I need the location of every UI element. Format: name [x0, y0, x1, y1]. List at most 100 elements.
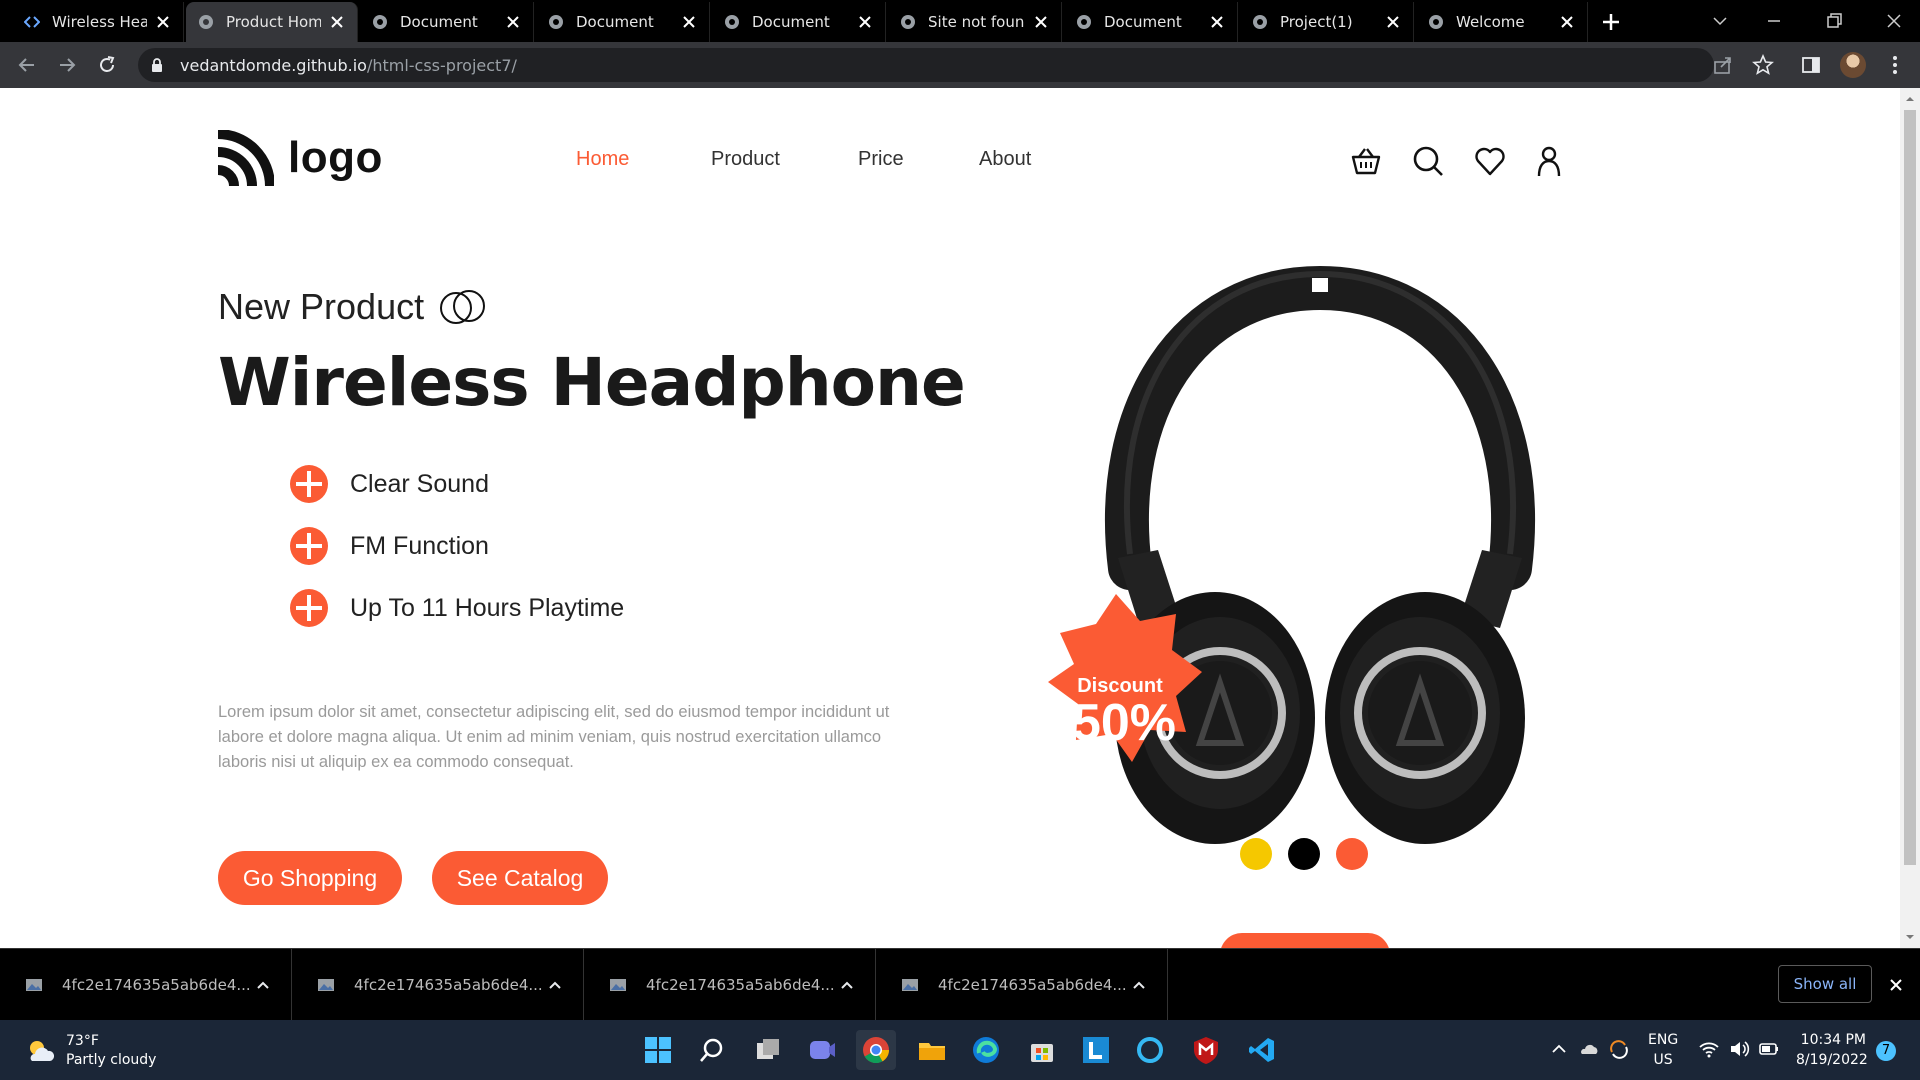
taskbar-file-explorer[interactable] [912, 1030, 952, 1070]
star-icon[interactable] [1752, 54, 1774, 76]
close-icon[interactable] [1888, 977, 1904, 993]
globe-icon [1253, 15, 1267, 29]
minimize-icon[interactable] [1760, 8, 1788, 34]
close-icon[interactable] [1209, 14, 1225, 30]
chevron-up-icon[interactable] [547, 977, 563, 993]
search-icon[interactable] [1411, 144, 1445, 178]
taskbar-store[interactable] [1022, 1030, 1062, 1070]
download-item[interactable]: 4fc2e174635a5ab6de4... [584, 949, 876, 1021]
volume-icon[interactable] [1728, 1038, 1750, 1060]
side-panel-icon[interactable] [1800, 54, 1822, 76]
download-item[interactable]: 4fc2e174635a5ab6de4... [0, 949, 292, 1021]
sync-icon[interactable] [1608, 1038, 1630, 1060]
more-menu-icon[interactable] [1884, 54, 1906, 76]
taskbar-search[interactable] [692, 1030, 732, 1070]
weather-temp: 73°F [66, 1033, 99, 1049]
feature-item: Clear Sound [290, 465, 489, 503]
nav-price[interactable]: Price [858, 148, 904, 171]
taskbar-chrome[interactable] [856, 1030, 896, 1070]
tab-document[interactable]: Document [536, 2, 710, 42]
user-icon[interactable] [1532, 144, 1566, 178]
tab-title: Project(1) [1280, 13, 1353, 31]
share-icon[interactable] [1712, 54, 1734, 76]
taskbar-l-app[interactable] [1076, 1030, 1116, 1070]
cortana-icon [1137, 1037, 1163, 1063]
onedrive-icon[interactable] [1578, 1038, 1600, 1060]
badge-value: 50% [1072, 694, 1176, 752]
taskbar-edge[interactable] [966, 1030, 1006, 1070]
download-item[interactable]: 4fc2e174635a5ab6de4... [876, 949, 1168, 1021]
basket-icon[interactable] [1349, 144, 1383, 178]
notification-badge[interactable]: 7 [1876, 1041, 1896, 1061]
chevron-up-icon[interactable] [839, 977, 855, 993]
lang-top: ENG [1648, 1032, 1679, 1048]
taskbar-mcafee[interactable] [1186, 1030, 1226, 1070]
tab-document[interactable]: Document [712, 2, 886, 42]
close-window-icon[interactable] [1880, 8, 1908, 34]
task-view[interactable] [748, 1030, 788, 1070]
chevron-up-icon[interactable] [255, 977, 271, 993]
feature-item: FM Function [290, 527, 489, 565]
close-icon[interactable] [1033, 14, 1049, 30]
go-shopping-button[interactable]: Go Shopping [218, 851, 402, 905]
scrollbar-thumb[interactable] [1904, 110, 1916, 865]
tab-product-home[interactable]: Product Home [186, 2, 358, 42]
back-icon[interactable] [16, 54, 38, 76]
heart-icon[interactable] [1473, 144, 1507, 178]
teams-chat-icon [810, 1041, 835, 1059]
new-tab-icon[interactable] [1597, 8, 1625, 36]
chevron-down-icon[interactable] [1706, 8, 1734, 34]
clock-time: 10:34 PM [1800, 1032, 1866, 1048]
color-swatch-yellow[interactable] [1240, 838, 1272, 870]
image-file-icon [610, 979, 626, 991]
avatar[interactable] [1840, 52, 1866, 78]
forward-icon[interactable] [56, 54, 78, 76]
chevron-up-icon[interactable] [1548, 1038, 1570, 1060]
close-icon[interactable] [1559, 14, 1575, 30]
tab-strip: Wireless Head Product Home Document Docu… [0, 0, 1920, 42]
download-item[interactable]: 4fc2e174635a5ab6de4... [292, 949, 584, 1021]
language-indicator[interactable]: ENG US [1648, 1030, 1678, 1070]
tab-document[interactable]: Document [360, 2, 534, 42]
taskbar-vscode[interactable] [1242, 1030, 1282, 1070]
taskbar-cortana[interactable] [1130, 1030, 1170, 1070]
show-all-button[interactable]: Show all [1778, 965, 1872, 1003]
url-bar[interactable]: vedantdomde.github.io/html-css-project7/ [138, 48, 1714, 82]
tab-welcome[interactable]: Welcome [1416, 2, 1588, 42]
wifi-icon[interactable] [1698, 1038, 1720, 1060]
restore-icon[interactable] [1820, 8, 1848, 34]
close-icon[interactable] [155, 14, 171, 30]
url-path: /html-css-project7/ [366, 55, 517, 75]
weather-widget[interactable]: 73°F Partly cloudy [24, 1032, 156, 1070]
nav-product[interactable]: Product [711, 148, 780, 171]
close-icon[interactable] [505, 14, 521, 30]
scrollbar[interactable] [1900, 88, 1920, 948]
tab-wireless-head[interactable]: Wireless Head [12, 2, 184, 42]
close-icon[interactable] [329, 14, 345, 30]
tab-document[interactable]: Document [1064, 2, 1238, 42]
tab-project[interactable]: Project(1) [1240, 2, 1414, 42]
color-swatch-orange[interactable] [1336, 838, 1368, 870]
start-button[interactable] [638, 1030, 678, 1070]
site-logo[interactable]: logo [218, 130, 383, 186]
chevron-up-icon[interactable] [1131, 977, 1147, 993]
eyebrow: New Product [218, 286, 490, 328]
tab-site-not-found[interactable]: Site not found [888, 2, 1062, 42]
scroll-up-icon[interactable] [1905, 94, 1915, 104]
logo-text: logo [288, 133, 383, 182]
color-swatch-black[interactable] [1288, 838, 1320, 870]
nav-about[interactable]: About [979, 148, 1031, 171]
close-icon[interactable] [857, 14, 873, 30]
close-icon[interactable] [1385, 14, 1401, 30]
scroll-down-icon[interactable] [1905, 932, 1915, 942]
nav-home[interactable]: Home [576, 148, 629, 171]
feature-item: Up To 11 Hours Playtime [290, 589, 624, 627]
system-clock[interactable]: 10:34 PM 8/19/2022 [1796, 1030, 1868, 1070]
close-icon[interactable] [681, 14, 697, 30]
battery-icon[interactable] [1758, 1038, 1780, 1060]
see-catalog-button[interactable]: See Catalog [432, 851, 608, 905]
reload-icon[interactable] [96, 54, 118, 76]
globe-icon [549, 15, 563, 29]
taskbar-teams[interactable] [802, 1030, 842, 1070]
partial-button[interactable] [1220, 933, 1390, 948]
